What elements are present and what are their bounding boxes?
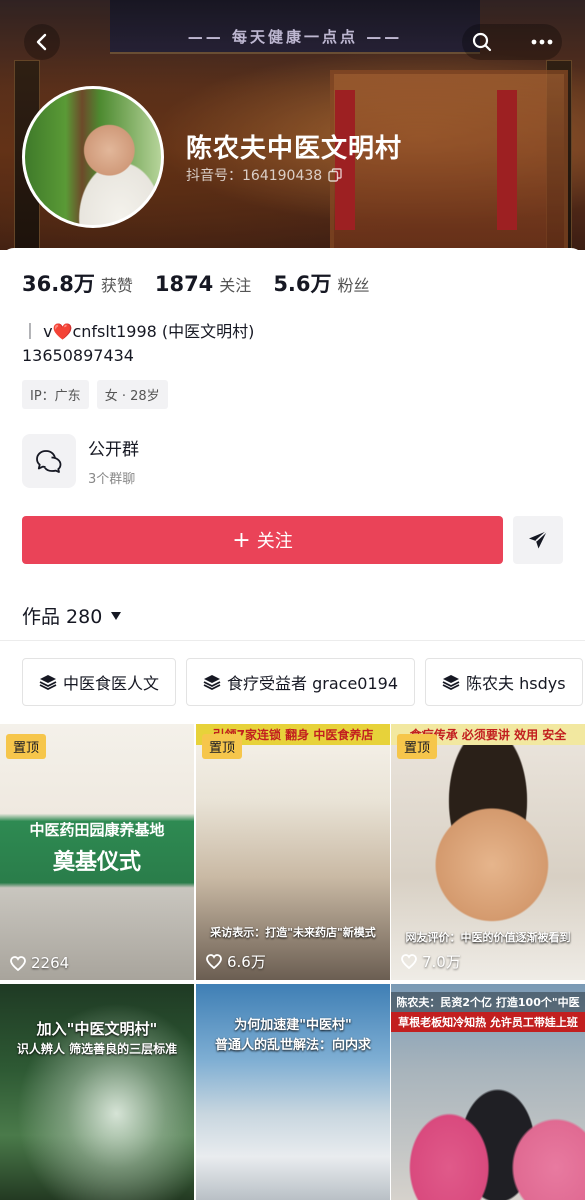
works-label: 作品 280	[22, 606, 103, 628]
like-count: 6.6万	[206, 951, 266, 972]
layers-icon	[442, 675, 460, 690]
ip-tag: IP：广东	[22, 380, 89, 409]
stat-number: 5.6万	[273, 272, 332, 296]
profile-tags: IP：广东 女 · 28岁	[22, 380, 168, 409]
video-subcaption: 识人辨人 筛选善良的三层标准	[16, 1042, 178, 1056]
layers-icon	[39, 675, 57, 690]
works-tab[interactable]: 作品 280	[22, 602, 122, 629]
stat-label: 关注	[219, 276, 252, 295]
collection-chip[interactable]: 食疗受益者 grace0194	[186, 658, 416, 706]
like-count-text: 7.0万	[422, 953, 461, 971]
douyin-id-text: 抖音号：164190438	[186, 168, 323, 184]
stat-following[interactable]: 1874 关注	[155, 272, 251, 296]
video-caption: 中医药田园康养基地	[29, 821, 165, 839]
bio-line: ｜ v❤️cnfslt1998 (中医文明村)	[22, 322, 255, 341]
video-caption: 加入"中医文明村"	[36, 1020, 158, 1038]
group-title: 公开群	[88, 440, 139, 460]
video-subcaption: 草根老板知冷知热 允许员工带娃上班	[391, 1012, 585, 1032]
plus-icon: +	[232, 527, 251, 553]
search-button[interactable]	[464, 24, 500, 60]
copy-icon[interactable]	[328, 168, 342, 182]
search-icon	[472, 32, 492, 52]
back-arrow-icon	[36, 33, 47, 51]
send-icon	[529, 530, 548, 549]
stats-row: 36.8万 获赞 1874 关注 5.6万 粉丝	[22, 268, 370, 298]
video-caption: 为何加速建"中医村"	[234, 1018, 352, 1033]
divider	[0, 640, 585, 641]
video-subcaption: 网友评价：中医的价值逐渐被看到	[405, 931, 571, 944]
video-thumbnail[interactable]: 中医药田园康养基地 奠基仪式 置顶 2264	[0, 724, 194, 980]
public-group-entry[interactable]: 公开群 3个群聊	[22, 434, 139, 488]
pinned-badge: 置顶	[202, 734, 243, 759]
pinned-badge: 置顶	[6, 734, 47, 759]
avatar[interactable]	[22, 86, 164, 228]
follow-button[interactable]: + 关注	[22, 516, 503, 564]
group-chat-icon	[22, 434, 76, 488]
like-count: 2264	[10, 954, 69, 972]
video-subcaption: 采访表示：打造"未来药店"新模式	[210, 926, 376, 939]
group-subtitle: 3个群聊	[88, 472, 136, 487]
like-count-text: 6.6万	[227, 953, 266, 971]
stat-label: 粉丝	[337, 276, 370, 295]
stat-number: 36.8万	[22, 272, 95, 296]
share-button[interactable]	[513, 516, 563, 564]
video-thumbnail[interactable]: 食疗传承 必须要讲 效用 安全 网友评价：中医的价值逐渐被看到 置顶 7.0万	[391, 724, 585, 980]
bio-phone: 13650897434	[22, 346, 134, 365]
more-icon	[531, 39, 553, 45]
stat-label: 获赞	[100, 276, 133, 295]
collection-label: 中医食医人文	[63, 674, 160, 693]
video-thumbnail[interactable]: 为何加速建"中医村" 普通人的乱世解法：向内求	[196, 984, 390, 1200]
collection-label: 食疗受益者 grace0194	[227, 674, 399, 693]
layers-icon	[203, 675, 221, 690]
like-count-text: 2264	[31, 954, 70, 972]
collection-chip[interactable]: 中医食医人文	[22, 658, 177, 706]
gender-age-tag: 女 · 28岁	[96, 380, 168, 409]
more-button[interactable]	[524, 24, 560, 60]
douyin-id: 抖音号：164190438	[186, 165, 342, 185]
collection-label: 陈农夫 hsdys	[466, 674, 566, 693]
heart-icon	[401, 954, 417, 969]
collection-list: 中医食医人文 食疗受益者 grace0194 陈农夫 hsdys	[22, 658, 583, 706]
profile-name: 陈农夫中医文明村	[186, 134, 403, 164]
collection-chip[interactable]: 陈农夫 hsdys	[425, 658, 583, 706]
stat-likes[interactable]: 36.8万 获赞	[22, 268, 133, 298]
heart-icon	[206, 954, 222, 969]
like-count: 7.0万	[401, 951, 461, 972]
stat-followers[interactable]: 5.6万 粉丝	[273, 268, 369, 298]
back-button[interactable]	[24, 24, 60, 60]
pinned-badge: 置顶	[397, 734, 438, 759]
video-thumbnail[interactable]: 引领7家连锁 翻身 中医食养店 采访表示：打造"未来药店"新模式 置顶 6.6万	[196, 724, 390, 980]
video-thumbnail[interactable]: 加入"中医文明村" 识人辨人 筛选善良的三层标准	[0, 984, 194, 1200]
stat-number: 1874	[154, 272, 214, 296]
video-subcaption: 奠基仪式	[52, 850, 141, 875]
video-subcaption: 普通人的乱世解法：向内求	[214, 1038, 371, 1053]
heart-icon	[10, 955, 26, 971]
follow-label: 关注	[256, 531, 293, 552]
video-thumbnail[interactable]: 陈农夫：民资2个亿 打造100个"中医村" 草根老板知冷知热 允许员工带娃上班	[391, 984, 585, 1200]
caret-down-icon	[111, 611, 122, 620]
